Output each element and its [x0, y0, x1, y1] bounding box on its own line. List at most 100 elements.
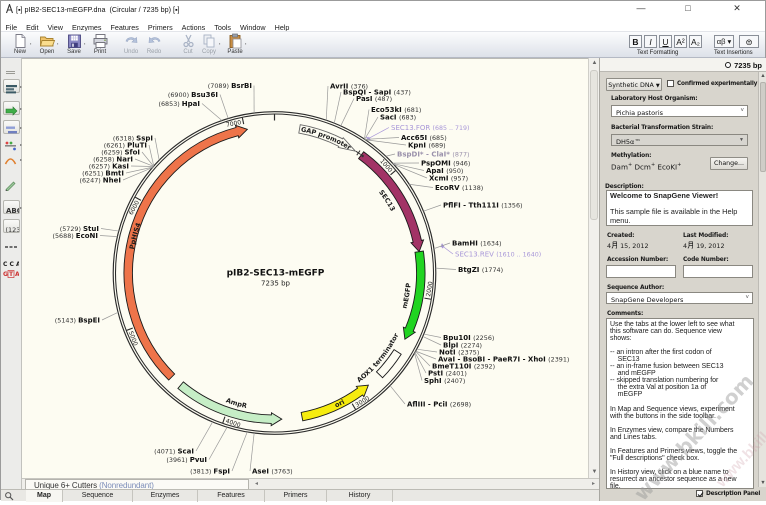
enzyme-label-fspi[interactable]: (3813) FspI [190, 468, 230, 476]
confirmed-checkbox-label: Confirmed experimentally [677, 81, 757, 87]
tab-primers[interactable]: Primers [265, 490, 327, 502]
save-dropdown-icon[interactable]: ▪ [84, 41, 85, 46]
dna-type-dropdown[interactable]: Synthetic DNA ▼ [606, 78, 662, 91]
alphabet-insert-button[interactable]: αβ ▾ [714, 35, 734, 48]
code-input[interactable] [683, 265, 753, 278]
underline-button[interactable]: U [659, 35, 672, 48]
enzyme-label-bsu36i[interactable]: (6900) Bsu36I [168, 91, 218, 99]
dashes-button[interactable] [3, 238, 20, 252]
superscript-button[interactable]: A² [674, 35, 687, 48]
enzyme-label-bsrbi[interactable]: (7089) BsrBI [208, 82, 252, 90]
description-box[interactable]: Welcome to SnapGene Viewer!This sample f… [606, 190, 753, 226]
show-translations-button[interactable] [3, 137, 20, 151]
strain-dropdown[interactable]: DH5α™▼ [611, 134, 748, 146]
plasmid-map-canvas[interactable]: GAP promotermEGFPSEC13AOX1 terminatorori… [22, 58, 588, 478]
panel-scrollbar[interactable]: ▲ ▼ [758, 72, 766, 487]
numbering-button[interactable]: (123) [3, 219, 20, 233]
methylation-label: Methylation: [611, 153, 651, 159]
numbering-icon: (123) [5, 221, 19, 239]
description-panel-checkbox[interactable] [696, 490, 703, 497]
primer-label-sec13-for[interactable]: SEC13.FOR (685 .. 719) [391, 124, 469, 132]
enzyme-leader-pflfi-tth111i [423, 205, 441, 211]
panel-scroll-up-icon[interactable]: ▲ [759, 73, 766, 79]
enzyme-label-pvui[interactable]: (3961) PvuI [166, 456, 207, 464]
enzyme-leader-econi [100, 236, 117, 237]
enzyme-label-scai[interactable]: (4071) ScaI [154, 448, 194, 456]
tab-history[interactable]: History [327, 490, 393, 502]
paste-dropdown-icon[interactable]: ▪ [245, 41, 246, 46]
undo-icon [123, 33, 140, 49]
italic-button[interactable]: I [644, 35, 657, 48]
change-methylation-button[interactable]: Change... [710, 157, 748, 170]
view-tab-bar: MapSequenceEnzymesFeaturesPrimersHistory [1, 489, 599, 501]
tick-2000 [424, 298, 431, 299]
minimize-button[interactable]: — [626, 1, 656, 17]
show-orfs-button[interactable] [3, 152, 20, 166]
scroll-thumb[interactable] [590, 70, 598, 220]
redo-button[interactable]: Redo [141, 33, 167, 58]
tab-features[interactable]: Features [198, 490, 265, 502]
author-dropdown[interactable]: SnapGene Developers˅ [606, 292, 753, 304]
enzyme-label-nhei[interactable]: (6247) NheI [80, 177, 122, 185]
enzyme-label-pflfi-tth111i[interactable]: PflFI - Tth111I (1356) [443, 202, 523, 210]
enzyme-label-afliii-pcii[interactable]: AflIII - PciI (2698) [407, 401, 471, 409]
primer-leader-line [368, 128, 389, 139]
enzyme-label-sphi[interactable]: SphI (2407) [424, 377, 465, 385]
comments-box[interactable]: Use the tabs at the lower left to see wh… [606, 318, 754, 489]
new-dropdown-icon[interactable]: ▪ [30, 41, 31, 46]
maximize-button[interactable]: □ [673, 1, 703, 17]
confirmed-checkbox[interactable] [667, 80, 674, 87]
map-vertical-scrollbar[interactable]: ▲ ▼ [588, 58, 599, 478]
enzyme-label-xcmi[interactable]: XcmI (957) [429, 175, 468, 183]
enzyme-leader-afliii-pcii [390, 386, 405, 404]
enzyme-label-saci[interactable]: SacI (683) [380, 114, 416, 122]
feature-label-gap-promoter: GAP promoter [300, 125, 353, 152]
enzyme-leader-btgzi [436, 268, 456, 269]
enzyme-label-btgzi[interactable]: BtgZI (1774) [458, 266, 503, 274]
tick-7000 [242, 118, 243, 125]
show-features-button[interactable] [3, 101, 20, 115]
open-dropdown-icon[interactable]: ▪ [57, 41, 58, 46]
enzyme-leader-noti [417, 349, 437, 352]
print-button[interactable]: Print [87, 33, 113, 58]
close-button[interactable]: ✕ [722, 1, 752, 17]
enzyme-leader-pasi [341, 99, 354, 126]
sequence-length: 7235 bp [734, 61, 762, 70]
enzyme-label-hpai[interactable]: (6853) HpaI [159, 100, 201, 108]
sidebar-collapse-handle[interactable] [6, 71, 15, 74]
show-enzymes-button[interactable] [3, 79, 20, 93]
copy-dropdown-icon[interactable]: ▪ [219, 41, 220, 46]
hscroll-left-icon[interactable]: ◂ [255, 480, 258, 487]
dashes-icon [4, 239, 20, 257]
enzyme-leader-ecorv [409, 184, 433, 187]
feature-pphis4[interactable] [124, 125, 247, 380]
subscript-button[interactable]: A₂ [689, 35, 702, 48]
panel-scroll-thumb[interactable] [760, 82, 766, 172]
edit-sequence-button[interactable] [3, 177, 20, 191]
enzyme-label-bspdi-clai-[interactable]: BspDI* - ClaI* (877) [397, 151, 470, 159]
accession-input[interactable] [606, 265, 676, 278]
tab-enzymes[interactable]: Enzymes [133, 490, 198, 502]
toolbar-button-label: Redo [141, 49, 167, 55]
enzyme-label-econi[interactable]: (5688) EcoNI [53, 232, 99, 240]
tab-sequence[interactable]: Sequence [63, 490, 133, 502]
hscroll-right-icon[interactable]: ▸ [592, 480, 595, 487]
codons-button[interactable]: C C AGTA [2, 259, 21, 283]
symbol-insert-button[interactable]: ⊜ [739, 35, 759, 48]
map-status-row: Unique 6+ Cutters (Nonredundant) ◂ ▸ [22, 478, 599, 489]
enzyme-label-kpni[interactable]: KpnI (689) [408, 142, 446, 150]
labels-button[interactable]: ABC [3, 200, 20, 214]
enzyme-label-bspei[interactable]: (5143) BspEI [55, 317, 100, 325]
author-label: Sequence Author: [607, 285, 664, 291]
panel-scroll-down-icon[interactable]: ▼ [759, 480, 766, 486]
show-primers-button[interactable] [3, 120, 20, 134]
host-organism-dropdown[interactable]: Pichia pastoris˅ [611, 105, 748, 117]
enzyme-label-bamhi[interactable]: BamHI (1634) [452, 240, 502, 248]
enzyme-label-asei[interactable]: AseI (3763) [252, 468, 293, 476]
enzyme-label-ecorv[interactable]: EcoRV (1138) [435, 184, 483, 192]
bold-button[interactable]: B [629, 35, 642, 48]
primer-label-sec13-rev[interactable]: SEC13.REV (1610 .. 1640) [455, 251, 541, 259]
tab-map[interactable]: Map [26, 490, 63, 502]
enzyme-label-pasi[interactable]: PasI (487) [356, 95, 392, 103]
toolbar: New▪Open▪Save▪PrintUndoRedoCutCopy▪Paste… [1, 31, 765, 58]
